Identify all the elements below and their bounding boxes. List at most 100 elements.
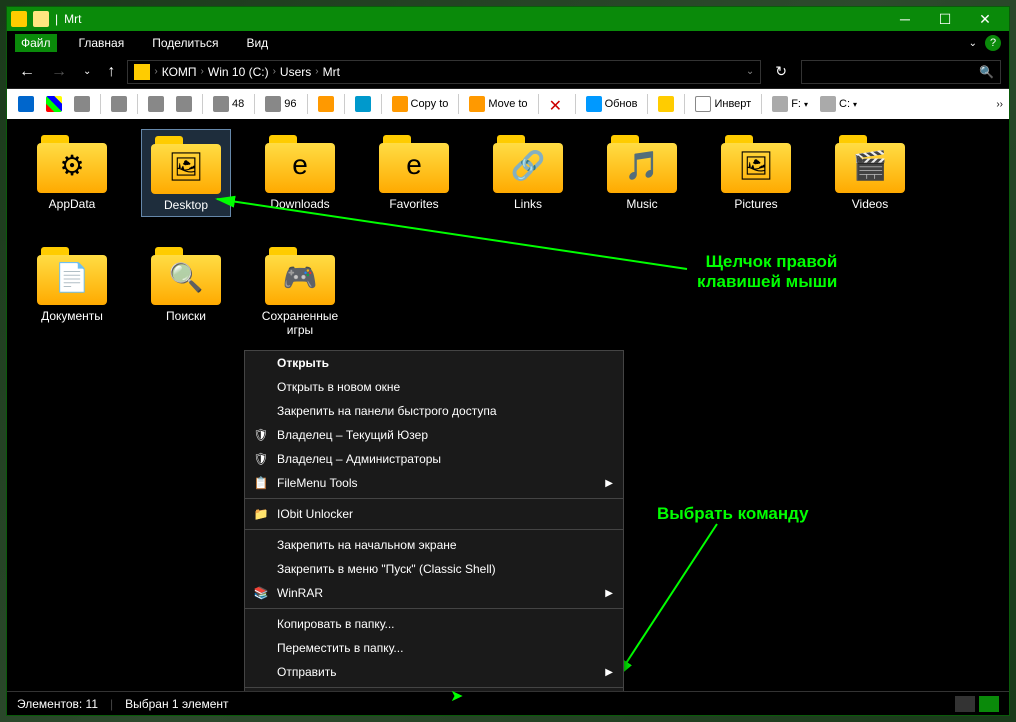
menu-share[interactable]: Поделиться [146,34,224,52]
tb-btn-bulb[interactable] [653,93,679,115]
move-to-button[interactable]: Move to [464,93,532,115]
folder-item[interactable]: 🖼 Desktop [141,129,231,217]
folder-item[interactable]: 🖼 Pictures [711,129,801,217]
refresh-button[interactable]: ↻ [769,63,793,80]
tb-btn-2[interactable] [41,93,67,115]
context-menu-separator [245,529,623,530]
content-area[interactable]: ⚙ AppData 🖼 Desktop e Downloads e Favori… [7,119,1009,691]
menu-view[interactable]: Вид [240,34,274,52]
context-menu-item[interactable]: Открыть в новом окне [245,375,623,399]
context-menu-item[interactable]: 📁IObit Unlocker [245,502,623,526]
chevron-right-icon[interactable]: › [154,66,157,77]
folder-grid: ⚙ AppData 🖼 Desktop e Downloads e Favori… [27,129,989,341]
tb-btn-details[interactable] [171,93,197,115]
folder-item[interactable]: e Favorites [369,129,459,217]
tb-btn-3[interactable] [69,93,95,115]
folder-item[interactable]: ⚙ AppData [27,129,117,217]
context-menu-item[interactable]: 🛡Владелец – Администраторы [245,447,623,471]
context-menu-item[interactable]: 🛡Владелец – Текущий Юзер [245,423,623,447]
copy-to-button[interactable]: Copy to [387,93,454,115]
search-input[interactable]: 🔍 [801,60,1001,84]
recent-dropdown-icon[interactable]: ⌄ [79,66,95,77]
menu-file[interactable]: Файл [15,34,57,52]
drive-icon [772,96,788,112]
annotation-right-click: Щелчок правой клавишей мыши [697,252,837,292]
drive-c-button[interactable]: C:▾ [815,93,862,115]
folder-item[interactable]: 🔗 Links [483,129,573,217]
tb-btn-size96[interactable]: 96 [260,93,301,115]
context-menu-item[interactable]: Закрепить на начальном экране [245,533,623,557]
tb-btn-5[interactable] [313,93,339,115]
context-menu-item[interactable]: Закрепить на панели быстрого доступа [245,399,623,423]
context-menu-label: Открыть в новом окне [277,380,400,394]
delete-icon: ✕ [549,96,565,112]
tb-btn-4[interactable] [106,93,132,115]
breadcrumb-item[interactable]: Win 10 (C:) [208,65,269,79]
status-count: Элементов: 11 [17,697,98,711]
bulb-icon [658,96,674,112]
close-button[interactable]: ✕ [965,7,1005,31]
grid-icon [213,96,229,112]
forward-button[interactable]: → [47,63,71,81]
context-menu-label: Владелец – Администраторы [277,452,441,466]
context-menu-icon: 📚 [253,585,269,601]
invert-button[interactable]: Инверт [690,93,756,115]
context-menu-label: Отправить [277,665,337,679]
minimize-button[interactable]: ─ [885,7,925,31]
doc-icon [695,96,711,112]
statusbar-right [955,696,999,712]
context-menu-item[interactable]: Открыть [245,351,623,375]
context-menu-label: WinRAR [277,586,323,600]
folder-item[interactable]: 🎵 Music [597,129,687,217]
help-icon[interactable]: ? [985,35,1001,51]
context-menu-item[interactable]: Переместить в папку... [245,636,623,660]
context-menu-item[interactable]: Копировать в папку... [245,612,623,636]
tb-btn-list[interactable] [143,93,169,115]
folder-item[interactable]: 🎮 Сохраненные игры [255,241,345,341]
breadcrumb-item[interactable]: Mrt [323,65,340,79]
menu-home[interactable]: Главная [73,34,131,52]
folder-icon [33,11,49,27]
tb-btn-size48[interactable]: 48 [208,93,249,115]
menubar-right: ⌄ ? [969,35,1001,51]
context-menu-item[interactable]: 📋FileMenu Tools▶ [245,471,623,495]
context-menu-item[interactable]: 📚WinRAR▶ [245,581,623,605]
folder-item[interactable]: e Downloads [255,129,345,217]
folder-item[interactable]: 📄 Документы [27,241,117,341]
folder-icon: e [379,133,449,193]
ribbon-dropdown-icon[interactable]: ⌄ [969,38,977,49]
titlebar[interactable]: | Mrt ─ ☐ ✕ [7,7,1009,31]
breadcrumb-dropdown-icon[interactable]: ⌄ [746,66,754,77]
context-menu-item[interactable]: Закрепить в меню "Пуск" (Classic Shell) [245,557,623,581]
chevron-right-icon[interactable]: › [315,66,318,77]
maximize-button[interactable]: ☐ [925,7,965,31]
folder-item[interactable]: 🎬 Videos [825,129,915,217]
drive-f-button[interactable]: F:▾ [767,93,813,115]
details-view-button[interactable] [955,696,975,712]
chevron-right-icon[interactable]: › [273,66,276,77]
folder-icon: 🖼 [151,134,221,194]
folder-item[interactable]: 🔍 Поиски [141,241,231,341]
tb-label: 48 [232,98,244,110]
up-button[interactable]: ↑ [103,63,119,81]
toolbar-icon [318,96,334,112]
refresh-toolbar-button[interactable]: Обнов [581,93,643,115]
menubar: Файл Главная Поделиться Вид ⌄ ? [7,31,1009,55]
icons-view-button[interactable] [979,696,999,712]
explorer-window: | Mrt ─ ☐ ✕ Файл Главная Поделиться Вид … [6,6,1010,716]
tb-btn-1[interactable] [13,93,39,115]
chevron-right-icon[interactable]: › [201,66,204,77]
delete-button[interactable]: ✕ [544,93,570,115]
folder-label: Сохраненные игры [259,309,341,337]
context-menu-label: Переместить в папку... [277,641,403,655]
context-menu-item[interactable]: Отправить▶ [245,660,623,684]
tb-btn-6[interactable] [350,93,376,115]
toolbar-separator [254,94,255,114]
toolbar-overflow-icon[interactable]: ›› [996,99,1003,110]
back-button[interactable]: ← [15,63,39,81]
tb-label: Copy to [411,98,449,110]
breadcrumb-item[interactable]: КОМП [162,65,197,79]
breadcrumb-item[interactable]: Users [280,65,311,79]
folder-label: Документы [41,309,103,323]
breadcrumb[interactable]: › КОМП › Win 10 (C:) › Users › Mrt ⌄ [127,60,761,84]
